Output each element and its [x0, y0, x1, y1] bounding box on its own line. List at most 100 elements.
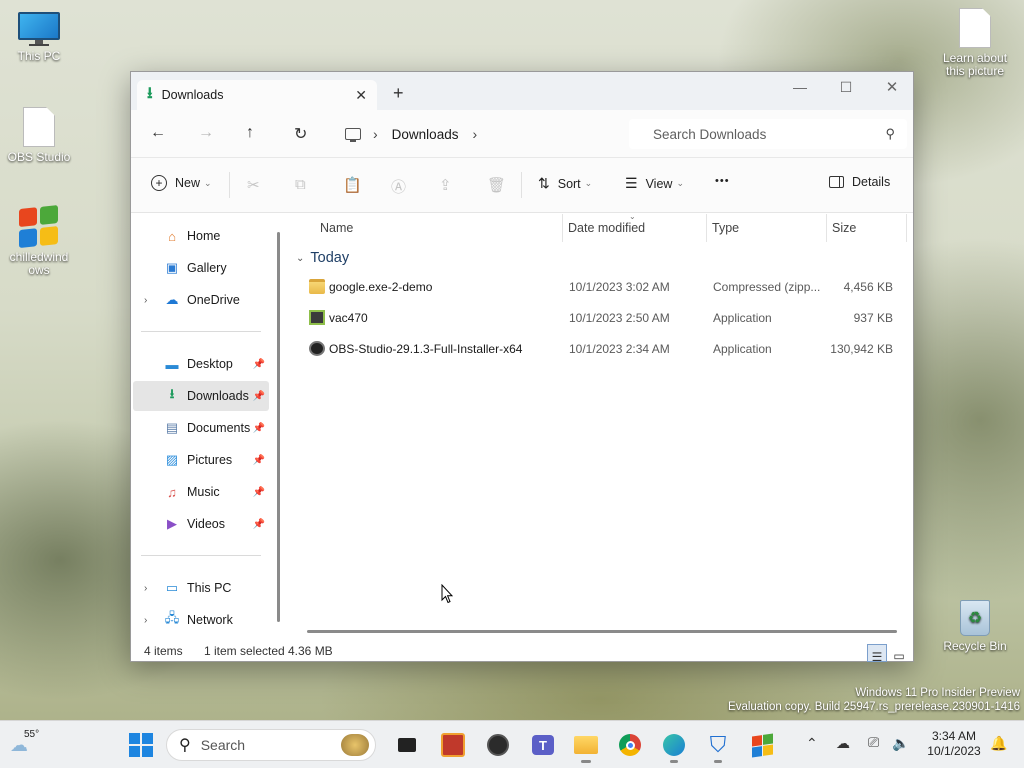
delete-icon[interactable]: 🗑: [487, 176, 506, 194]
taskbar-teams[interactable]: T: [530, 732, 556, 758]
back-button[interactable]: ←: [150, 124, 166, 142]
more-options-button[interactable]: •••: [715, 175, 730, 187]
pin-icon[interactable]: 📌: [253, 391, 265, 402]
pin-icon[interactable]: 📌: [253, 423, 265, 434]
horizontal-scrollbar[interactable]: [307, 630, 897, 633]
share-icon[interactable]: ⇪: [439, 176, 452, 194]
sidebar-scrollbar[interactable]: [277, 232, 280, 622]
taskbar-file-explorer[interactable]: [573, 732, 599, 763]
tab-downloads[interactable]: ⭳ Downloads ✕: [137, 80, 377, 110]
new-tab-button[interactable]: +: [393, 83, 404, 104]
file-type: Compressed (zipp...: [713, 280, 821, 294]
breadcrumb[interactable]: › Downloads ›: [331, 119, 621, 149]
close-window-button[interactable]: ✕: [869, 72, 915, 102]
sidebar-item-network[interactable]: › 🖧 Network: [133, 605, 269, 635]
large-icons-view-button[interactable]: ▭: [889, 644, 909, 663]
notification-bell-icon[interactable]: 🔔: [990, 735, 1007, 752]
sidebar-item-gallery[interactable]: ▣ Gallery: [133, 253, 269, 283]
desktop-icon-learn-about-picture[interactable]: Learn about this picture: [938, 8, 1012, 78]
pin-icon[interactable]: 📌: [253, 487, 265, 498]
chevron-right-icon[interactable]: ›: [144, 583, 147, 594]
breadcrumb-downloads[interactable]: Downloads: [392, 127, 459, 142]
chevron-right-icon[interactable]: ›: [144, 615, 147, 626]
task-view-button[interactable]: [394, 732, 420, 758]
column-header-type[interactable]: Type: [712, 221, 739, 235]
sort-button[interactable]: ⇅ Sort ⌄: [538, 175, 592, 192]
column-header-size[interactable]: Size: [832, 221, 856, 235]
search-box[interactable]: ⚲: [629, 119, 907, 149]
sidebar-item-music[interactable]: ♫ Music 📌: [133, 477, 269, 507]
sidebar-item-videos[interactable]: ▶ Videos 📌: [133, 509, 269, 539]
display-tray-icon[interactable]: ⎚: [868, 734, 879, 751]
show-hidden-icons-chevron-icon[interactable]: ⌃: [806, 735, 818, 752]
maximize-button[interactable]: ☐: [823, 72, 869, 102]
file-row[interactable]: google.exe-2-demo 10/1/2023 3:02 AM Comp…: [293, 272, 903, 302]
column-divider[interactable]: [906, 214, 907, 242]
search-input[interactable]: [653, 126, 886, 142]
sidebar-item-onedrive[interactable]: › ☁ OneDrive: [133, 285, 269, 315]
details-view-button[interactable]: ☰: [867, 644, 887, 664]
copy-icon[interactable]: ⧉: [295, 176, 306, 193]
sidebar-item-this-pc[interactable]: › ▭ This PC: [133, 573, 269, 603]
taskbar-search[interactable]: ⚲ Search: [166, 729, 376, 761]
view-button[interactable]: ☰ View ⌄: [625, 175, 684, 192]
taskbar-search-label: Search: [200, 737, 246, 753]
desktop-icon-obs-studio[interactable]: OBS Studio: [1, 107, 77, 164]
sidebar-item-home[interactable]: ⌂ Home: [133, 221, 269, 251]
pin-icon[interactable]: 📌: [253, 359, 265, 370]
pin-icon[interactable]: 📌: [253, 519, 265, 530]
this-pc-icon[interactable]: [345, 128, 361, 142]
column-header-name[interactable]: Name: [320, 221, 353, 235]
taskbar-edge[interactable]: [661, 732, 687, 763]
forward-button[interactable]: →: [198, 124, 214, 142]
paste-icon[interactable]: 📋: [343, 176, 362, 194]
taskbar-app-windows[interactable]: [749, 732, 775, 758]
rename-icon[interactable]: Ⓐ: [391, 176, 406, 197]
sidebar-item-desktop[interactable]: ▬ Desktop 📌: [133, 349, 269, 379]
column-divider[interactable]: [562, 214, 563, 242]
volume-icon[interactable]: 🔈: [892, 735, 909, 752]
sidebar-item-pictures[interactable]: ▨ Pictures 📌: [133, 445, 269, 475]
weather-widget[interactable]: ☁ 55°: [8, 729, 44, 759]
group-label: Today: [310, 250, 350, 266]
taskbar-clock[interactable]: 3:34 AM 10/1/2023: [918, 729, 990, 759]
desktop-icon-label: chilledwindows: [9, 250, 69, 277]
obs-icon: [487, 734, 509, 756]
taskbar-obs[interactable]: [485, 732, 511, 758]
monitor-icon: [18, 12, 60, 46]
chevron-down-icon: ⌄: [296, 252, 305, 264]
shortcut-file-icon: [23, 107, 55, 147]
desktop-icon-this-pc[interactable]: This PC: [1, 12, 77, 63]
file-row[interactable]: OBS-Studio-29.1.3-Full-Installer-x64 10/…: [293, 334, 903, 364]
chevron-right-icon[interactable]: ›: [144, 295, 147, 306]
file-row[interactable]: vac470 10/1/2023 2:50 AM Application 937…: [293, 303, 903, 333]
group-header-today[interactable]: ⌄ Today: [296, 250, 349, 266]
taskbar-security[interactable]: ⛉: [705, 732, 731, 763]
column-header-date-modified[interactable]: Date modified: [568, 221, 645, 235]
details-pane-button[interactable]: Details: [829, 175, 890, 189]
refresh-button[interactable]: ↻: [294, 124, 307, 144]
desktop-icon-chilledwindows[interactable]: chilledwindows: [1, 205, 77, 277]
minimize-button[interactable]: —: [777, 72, 823, 102]
sidebar-item-downloads[interactable]: ⭳ Downloads 📌: [133, 381, 269, 411]
new-button[interactable]: + New ⌄: [151, 175, 212, 191]
chevron-right-icon[interactable]: ›: [472, 126, 477, 142]
cut-icon[interactable]: ✂: [247, 176, 260, 194]
sidebar-item-documents[interactable]: ▤ Documents 📌: [133, 413, 269, 443]
column-divider[interactable]: [706, 214, 707, 242]
search-icon[interactable]: ⚲: [885, 126, 895, 142]
taskbar-chrome[interactable]: [617, 732, 643, 758]
gallery-icon: ▣: [165, 260, 179, 275]
chevron-right-icon[interactable]: ›: [373, 126, 378, 142]
desktop-icon-recycle-bin[interactable]: ♻ Recycle Bin: [937, 600, 1013, 653]
tab-close-button[interactable]: ✕: [355, 87, 367, 104]
title-bar: ⭳ Downloads ✕ + — ☐ ✕: [131, 72, 913, 110]
pin-icon[interactable]: 📌: [253, 455, 265, 466]
start-button[interactable]: [128, 732, 154, 758]
network-tray-icon[interactable]: ☁: [836, 735, 850, 752]
column-divider[interactable]: [826, 214, 827, 242]
up-button[interactable]: ↑: [246, 124, 254, 142]
sidebar-item-label: Home: [187, 229, 221, 243]
taskbar-app-pinned[interactable]: [440, 732, 466, 758]
details-pane-icon: [829, 176, 844, 188]
